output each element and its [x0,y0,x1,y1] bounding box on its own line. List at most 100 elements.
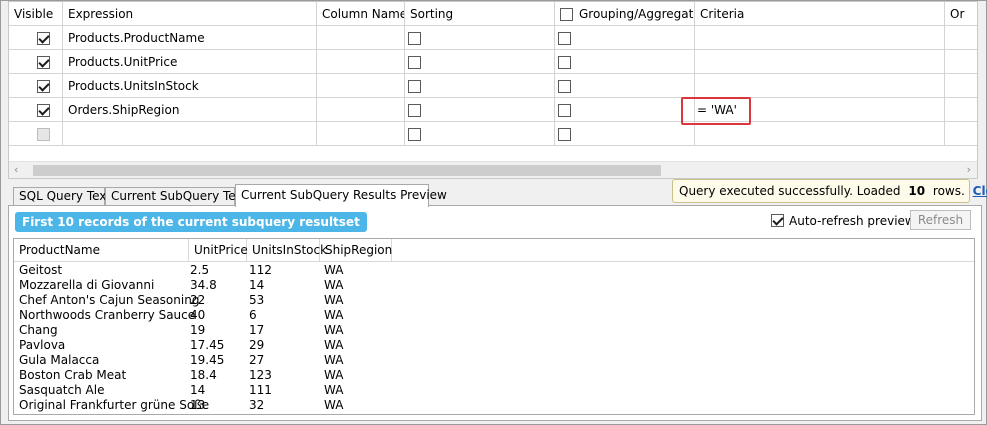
sorting-checkbox[interactable] [408,104,421,117]
expression-cell[interactable] [63,122,317,146]
status-row-count: 10 [908,184,926,198]
cell-productname: Pavlova [19,338,66,352]
criteria-cell[interactable] [695,74,945,98]
column-header-column-name[interactable]: Column Name [317,2,405,26]
table-row[interactable]: Pavlova 17.45 29 WA [14,338,974,353]
or-cell[interactable] [945,50,977,74]
table-row[interactable]: Chang 19 17 WA [14,323,974,338]
results-column-productname[interactable]: ProductName [14,239,189,262]
grouping-checkbox[interactable] [558,32,571,45]
sorting-cell [405,122,555,146]
column-header-sorting[interactable]: Sorting [405,2,555,26]
column-header-visible[interactable]: Visible [9,2,63,26]
sorting-checkbox[interactable] [408,80,421,93]
close-link[interactable]: Close [973,184,987,198]
or-cell[interactable] [945,122,977,146]
sorting-cell [405,26,555,50]
tab-current-subquery-results-preview[interactable]: Current SubQuery Results Preview [235,184,447,207]
column-name-cell[interactable] [317,26,405,50]
criteria-cell[interactable] [695,122,945,146]
results-column-shipregion[interactable]: ShipRegion [320,239,392,262]
cell-productname: Chef Anton's Cajun Seasoning [19,293,200,307]
grouping-checkbox[interactable] [558,80,571,93]
cell-unitprice: 13 [190,398,206,412]
table-row[interactable]: Mozzarella di Giovanni 34.8 14 WA [14,278,974,293]
tab-current-subquery-text[interactable]: Current SubQuery Text [105,187,247,206]
cell-shipregion: WA [324,278,344,292]
grouping-checkbox[interactable] [558,128,571,141]
expression-cell[interactable]: Products.UnitPrice [63,50,317,74]
status-message: Query executed successfully. Loaded [679,184,901,198]
criteria-highlight[interactable]: = 'WA' [681,97,751,125]
or-cell[interactable] [945,74,977,98]
column-header-criteria[interactable]: Criteria [695,2,945,26]
cell-unitprice: 19.45 [190,353,225,367]
column-name-cell[interactable] [317,74,405,98]
auto-refresh-label: Auto-refresh preview [789,214,915,228]
visible-cell [9,50,63,74]
visible-checkbox[interactable] [37,56,50,69]
column-header-expression[interactable]: Expression [63,2,317,26]
grouping-toggle-checkbox[interactable] [560,8,573,21]
visible-checkbox[interactable] [37,104,50,117]
or-cell[interactable] [945,98,977,122]
criteria-cell[interactable] [695,26,945,50]
expression-cell[interactable]: Orders.ShipRegion [63,98,317,122]
cell-shipregion: WA [324,383,344,397]
grid-row: Products.UnitPrice [9,50,977,74]
table-row[interactable]: Chef Anton's Cajun Seasoning 22 53 WA [14,293,974,308]
scroll-right-icon[interactable]: › [967,163,971,176]
records-badge: First 10 records of the current subquery… [15,212,367,232]
tab-sql-query-text[interactable]: SQL Query Text [13,187,111,206]
table-row[interactable]: Boston Crab Meat 18.4 123 WA [14,368,974,383]
grid-row: Products.ProductName [9,26,977,50]
auto-refresh-checkbox[interactable] [771,214,784,227]
visible-checkbox[interactable] [37,80,50,93]
expression-cell[interactable]: Products.UnitsInStock [63,74,317,98]
cell-shipregion: WA [324,263,344,277]
results-preview-panel: First 10 records of the current subquery… [8,205,982,421]
table-row[interactable]: Northwoods Cranberry Sauce 40 6 WA [14,308,974,323]
expression-cell[interactable]: Products.ProductName [63,26,317,50]
cell-unitsinstock: 14 [249,278,265,292]
column-header-grouping[interactable]: Grouping/Aggregate [555,2,695,26]
visible-checkbox[interactable] [37,128,50,141]
cell-shipregion: WA [324,293,344,307]
column-name-cell[interactable] [317,98,405,122]
grouping-checkbox[interactable] [558,56,571,69]
visible-checkbox[interactable] [37,32,50,45]
results-column-unitsinstock[interactable]: UnitsInStock [247,239,327,262]
sorting-checkbox[interactable] [408,56,421,69]
column-name-cell[interactable] [317,50,405,74]
grid-header-row: Visible Expression Column Name Sorting G… [9,2,977,26]
grid-row-new [9,122,977,146]
horizontal-scrollbar[interactable]: ‹ › [9,161,977,178]
grouping-cell [555,122,695,146]
table-row[interactable]: Sasquatch Ale 14 111 WA [14,383,974,398]
cell-productname: Northwoods Cranberry Sauce [19,308,196,322]
sorting-checkbox[interactable] [408,128,421,141]
status-message-suffix: rows. [932,184,965,198]
scrollbar-thumb[interactable] [33,165,661,176]
scroll-left-icon[interactable]: ‹ [14,163,18,176]
or-cell[interactable] [945,26,977,50]
column-name-cell[interactable] [317,122,405,146]
status-notification: Query executed successfully. Loaded 10 r… [672,179,987,203]
cell-shipregion: WA [324,353,344,367]
results-column-unitprice[interactable]: UnitPrice [189,239,248,262]
results-table: ProductName UnitPrice UnitsInStock ShipR… [13,238,975,415]
visible-cell [9,26,63,50]
table-row[interactable]: Original Frankfurter grüne Soße 13 32 WA [14,398,974,413]
column-header-or[interactable]: Or [945,2,977,26]
refresh-button[interactable]: Refresh [910,210,971,230]
criteria-cell[interactable] [695,50,945,74]
cell-unitsinstock: 27 [249,353,265,367]
grouping-checkbox[interactable] [558,104,571,117]
cell-unitsinstock: 123 [249,368,272,382]
table-row[interactable]: Geitost 2.5 112 WA [14,263,974,278]
cell-unitsinstock: 6 [249,308,257,322]
sorting-checkbox[interactable] [408,32,421,45]
grouping-cell [555,50,695,74]
sorting-cell [405,74,555,98]
table-row[interactable]: Gula Malacca 19.45 27 WA [14,353,974,368]
